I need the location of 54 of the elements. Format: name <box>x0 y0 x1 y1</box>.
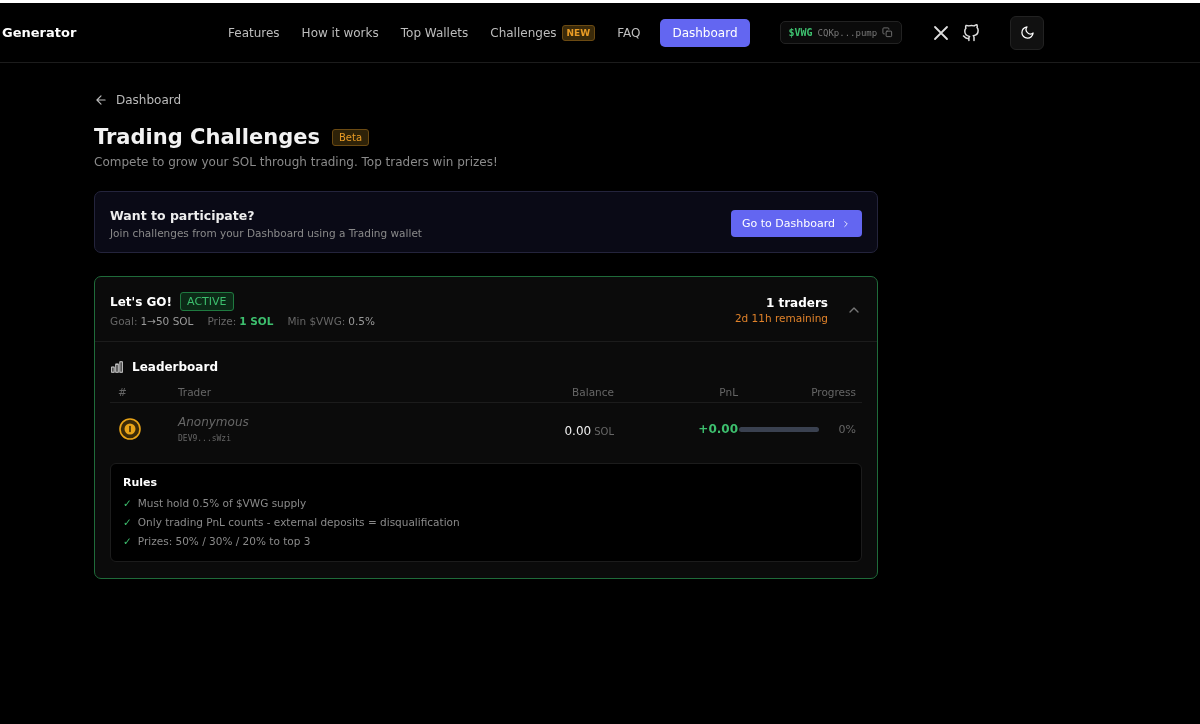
column-header: # <box>117 386 128 398</box>
progress-percent: 0% <box>838 422 856 436</box>
meta-label: Prize: <box>207 315 237 327</box>
check-mark: ✓ <box>123 515 132 530</box>
leaderboard-title: Leaderboard <box>132 360 218 374</box>
time-remaining: 2d 11h remaining <box>734 311 828 324</box>
card-title: Want to participate? <box>110 208 256 223</box>
moon-icon <box>1019 25 1035 40</box>
brand-name[interactable]: Generator <box>2 25 228 40</box>
medal-icon <box>118 417 142 441</box>
go-to-dashboard-button[interactable]: Go to Dashboard <box>731 210 862 237</box>
challenge-name: Let's GO! <box>110 294 173 309</box>
meta-label: Min $VWG: <box>287 315 346 327</box>
card-description: Join challenges from your Dashboard using a Trading wallet <box>110 227 422 239</box>
check-mark: ✓ <box>123 534 132 549</box>
trader-name: Anonymous <box>178 415 250 429</box>
page-title: Trading Challenges <box>94 125 320 149</box>
new-badge: NEW <box>561 24 596 41</box>
dashboard-button[interactable]: Dashboard <box>660 18 750 47</box>
nav-link[interactable]: Challenges <box>490 25 557 40</box>
pnl-value: +0.00 <box>697 422 738 436</box>
arrow-left-icon <box>94 93 108 107</box>
column-header: PnL <box>718 386 738 398</box>
nav-link[interactable]: FAQ <box>617 25 641 40</box>
rule-text: Must hold 0.5% of $VWG supply <box>137 496 307 511</box>
bar-chart-icon <box>110 360 124 374</box>
meta-value: 1 SOL <box>239 315 274 327</box>
column-header: Balance <box>571 386 614 398</box>
rule-text: Prizes: 50% / 30% / 20% to top 3 <box>137 534 311 549</box>
meta-value: 1→50 SOL <box>140 315 194 327</box>
token-address-chip[interactable]: $VWG CQKp...pump <box>779 21 903 44</box>
balance-unit: SOL <box>594 425 614 437</box>
check-mark: ✓ <box>123 496 132 511</box>
balance-value: 0.00 <box>564 423 592 438</box>
meta-label: Goal: <box>110 315 138 327</box>
status-badge: ACTIVE <box>180 292 234 311</box>
rules-title: Rules <box>123 476 159 489</box>
copy-icon <box>882 27 894 38</box>
wallet-address: DEV9...sWzi <box>178 434 232 443</box>
x-logo-icon <box>932 23 951 42</box>
meta-value: 0.5% <box>348 315 376 327</box>
github-icon <box>962 23 981 42</box>
column-header: Trader <box>178 386 213 398</box>
chevron-right-icon <box>841 218 851 229</box>
beta-badge: Beta <box>331 128 370 146</box>
nav-link[interactable]: Features <box>228 25 280 40</box>
nav-link[interactable]: How it works <box>301 25 379 40</box>
theme-toggle-button[interactable] <box>1010 15 1045 50</box>
page-subtitle: Compete to grow your SOL through trading. Top traders win prizes! <box>94 155 499 169</box>
back-link[interactable]: Dashboard <box>94 93 182 107</box>
nav-link[interactable]: Top Wallets <box>400 25 469 40</box>
rule-text: Only trading PnL counts - external deposits = disqualification <box>137 515 460 530</box>
column-header: Progress <box>811 386 857 398</box>
traders-count: 1 traders <box>764 295 828 310</box>
